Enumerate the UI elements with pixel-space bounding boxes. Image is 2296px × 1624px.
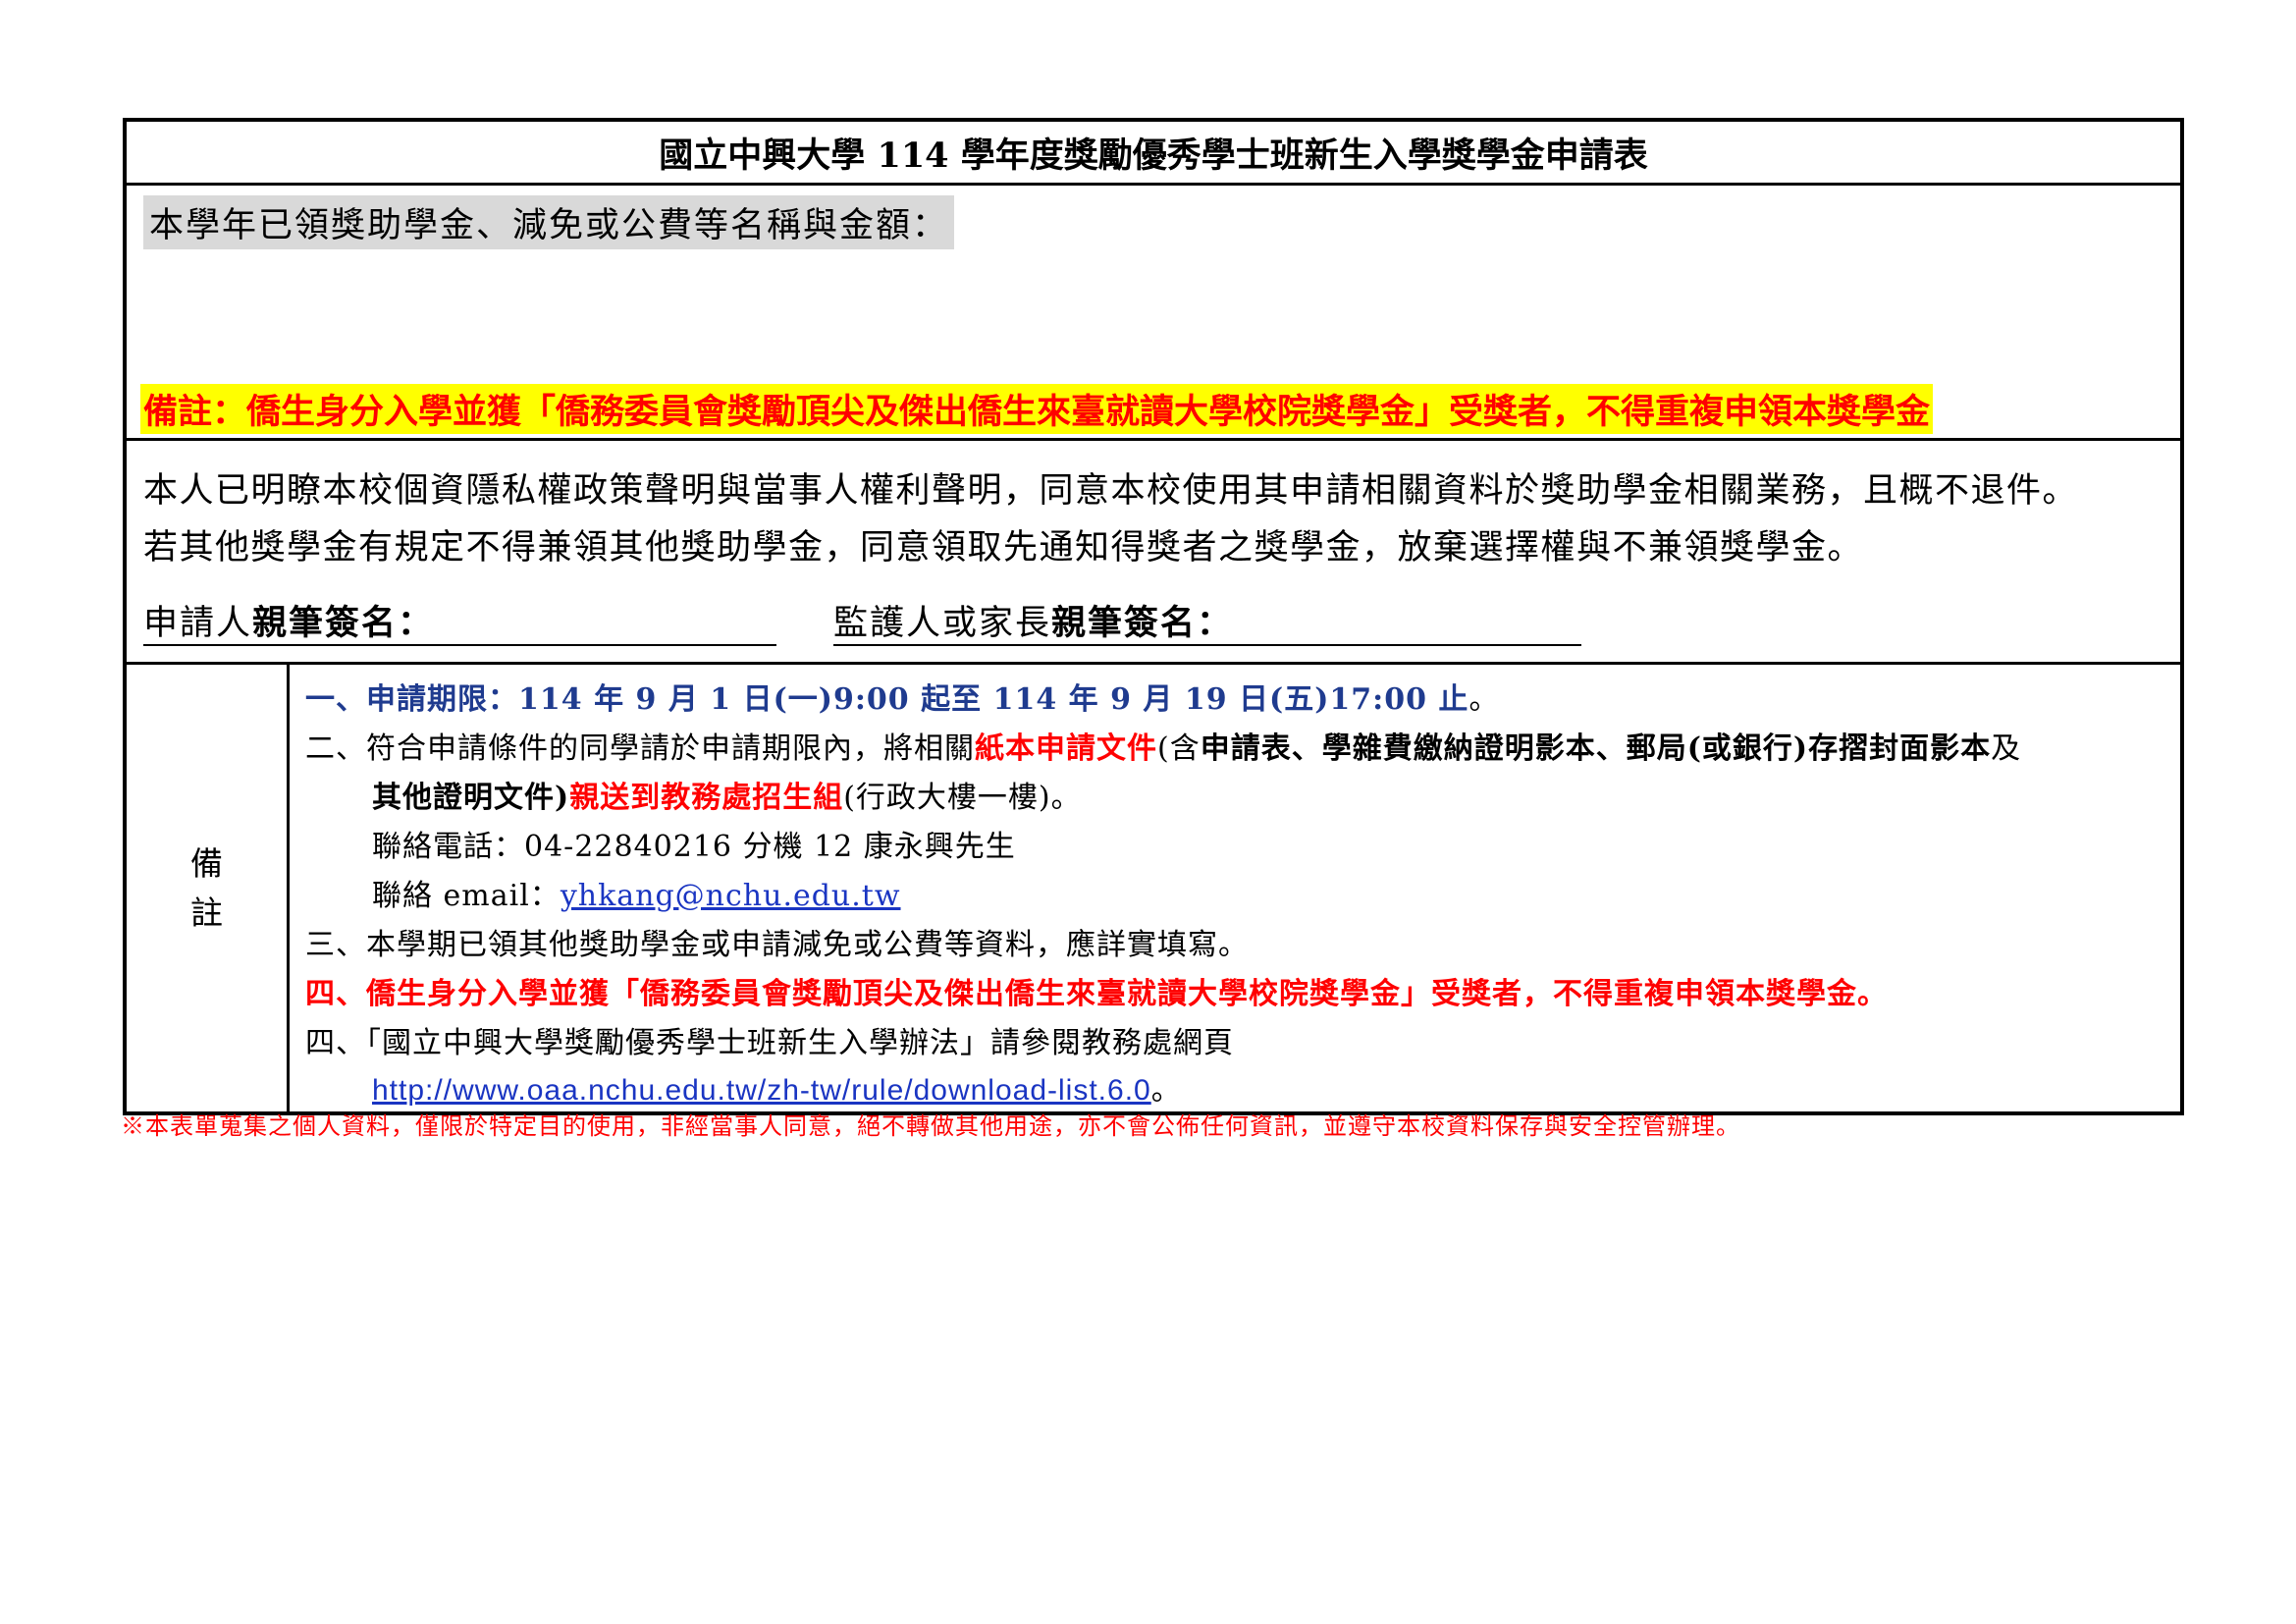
note-contact-email: 聯絡 email：yhkang@nchu.edu.tw — [372, 879, 901, 913]
consent-line-1: 本人已明瞭本校個資隱私權政策聲明與當事人權利聲明，同意本校使用其申請相關資料於獎… — [143, 471, 2079, 511]
notes-body: 一、申請期限：114 年 9 月 1 日(一)9:00 起至 114 年 9 月… — [290, 665, 2180, 1111]
note-regulation-url: http://www.oaa.nchu.edu.tw/zh-tw/rule/do… — [372, 1073, 1182, 1108]
note-item-submission-cont: 其他證明文件)親送到教務處招生組(行政大樓一樓)。 — [372, 781, 1082, 815]
note-item-submission: 二、符合申請條件的同學請於申請期限內，將相關紙本申請文件(含申請表、學雜費繳納證… — [305, 731, 2022, 766]
note-item-overseas: 四、僑生身分入學並獲「僑務委員會獎勵頂尖及傑出僑生來臺就讀大學校院獎學金」受獎者… — [305, 977, 1888, 1011]
awards-note: 備註：僑生身分入學並獲「僑務委員會獎勵頂尖及傑出僑生來臺就讀大學校院獎學金」受獎… — [140, 384, 1934, 434]
applicant-signature-label: 親筆簽名： — [252, 603, 435, 643]
note-item-regulation: 四、「國立中興大學獎勵優秀學士班新生入學辦法」請參閱教務處網頁 — [305, 1026, 1234, 1060]
note-contact-phone: 聯絡電話：04-22840216 分機 12 康永興先生 — [372, 830, 1016, 864]
notes-section: 備 註 一、申請期限：114 年 9 月 1 日(一)9:00 起至 114 年… — [127, 665, 2180, 1111]
notes-label: 備 註 — [127, 665, 290, 1111]
consent-section: 本人已明瞭本校個資隱私權政策聲明與當事人權利聲明，同意本校使用其申請相關資料於獎… — [127, 441, 2180, 665]
notes-label-char-2: 註 — [190, 893, 223, 932]
consent-line-2: 若其他獎學金有規定不得兼領其他獎助學金，同意領取先通知得獎者之獎學金，放棄選擇權… — [143, 528, 1864, 568]
awards-label: 本學年已領獎助學金、減免或公費等名稱與金額： — [143, 195, 955, 249]
form-title: 國立中興大學 114 學年度獎勵優秀學士班新生入學獎學金申請表 — [127, 122, 2180, 186]
email-link[interactable]: yhkang@nchu.edu.tw — [561, 879, 901, 913]
guardian-signature-prefix: 監護人或家長 — [833, 604, 1052, 643]
applicant-signature-prefix: 申請人 — [143, 604, 253, 643]
privacy-notice: ※本表單蒐集之個人資料，僅限於特定目的使用，非經當事人同意，絕不轉做其他用途，亦… — [121, 1112, 1740, 1140]
regulation-url-link[interactable]: http://www.oaa.nchu.edu.tw/zh-tw/rule/do… — [372, 1074, 1151, 1107]
applicant-signature-field[interactable]: 申請人親筆簽名： — [143, 595, 776, 646]
application-form: 國立中興大學 114 學年度獎勵優秀學士班新生入學獎學金申請表 本學年已領獎助學… — [123, 118, 2184, 1115]
notes-label-char-1: 備 — [190, 843, 223, 883]
guardian-signature-field[interactable]: 監護人或家長親筆簽名： — [833, 595, 1581, 646]
note-item-awards: 三、本學期已領其他獎助學金或申請減免或公費等資料，應詳實填寫。 — [305, 928, 1249, 962]
guardian-signature-label: 親筆簽名： — [1051, 603, 1234, 643]
awards-section[interactable]: 本學年已領獎助學金、減免或公費等名稱與金額： 備註：僑生身分入學並獲「僑務委員會… — [127, 186, 2180, 441]
note-item-deadline: 一、申請期限：114 年 9 月 1 日(一)9:00 起至 114 年 9 月… — [305, 682, 1500, 717]
